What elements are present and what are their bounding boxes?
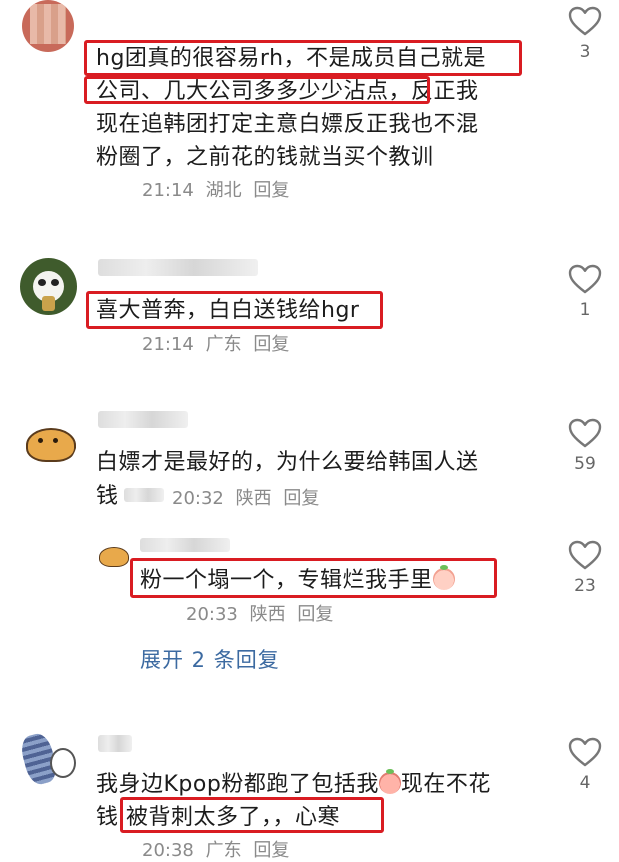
redacted	[124, 488, 164, 502]
username[interactable]	[98, 259, 258, 276]
like-button[interactable]: 23	[563, 540, 607, 596]
highlight-box	[84, 40, 522, 76]
crying-emoji-icon	[378, 769, 401, 794]
like-button[interactable]: 59	[563, 418, 607, 474]
location: 湖北	[205, 180, 242, 201]
like-count: 1	[579, 300, 591, 320]
reply-button[interactable]: 回复	[253, 180, 289, 201]
username[interactable]	[140, 538, 230, 552]
highlight-box	[86, 291, 383, 329]
location: 陕西	[249, 604, 286, 625]
like-count: 4	[579, 773, 591, 793]
avatar[interactable]	[96, 538, 130, 572]
highlight-box	[130, 558, 497, 598]
like-count: 23	[574, 576, 596, 596]
heart-outline-icon	[568, 540, 602, 570]
comment-meta: 20:38 广东 回复	[142, 836, 289, 862]
location: 广东	[205, 840, 242, 861]
location: 陕西	[235, 488, 272, 509]
timestamp: 21:14	[142, 180, 194, 201]
heart-outline-icon	[568, 418, 602, 448]
like-count: 59	[574, 454, 596, 474]
like-button[interactable]: 4	[563, 737, 607, 793]
comment-text: 白嫖才是最好的，为什么要给韩国人送	[96, 450, 479, 475]
timestamp: 20:38	[142, 840, 194, 861]
timestamp: 20:32	[172, 488, 224, 509]
avatar[interactable]	[22, 0, 74, 52]
avatar[interactable]	[18, 728, 78, 788]
username[interactable]	[98, 735, 132, 752]
comment-text-line: 钱	[96, 484, 119, 509]
avatar[interactable]	[20, 258, 77, 315]
comment-meta: 21:14 湖北 回复	[142, 176, 289, 202]
reply-button[interactable]: 回复	[297, 604, 333, 625]
like-button[interactable]: 3	[563, 6, 607, 62]
reply-button[interactable]: 回复	[283, 488, 319, 509]
reply-button[interactable]: 回复	[253, 334, 289, 355]
comment-meta: 20:32 陕西 回复	[172, 484, 319, 510]
like-button[interactable]: 1	[563, 264, 607, 320]
comment-meta: 20:33 陕西 回复	[186, 600, 333, 626]
timestamp: 20:33	[186, 604, 238, 625]
reply-button[interactable]: 回复	[253, 840, 289, 861]
heart-outline-icon	[568, 264, 602, 294]
heart-outline-icon	[568, 6, 602, 36]
like-count: 3	[579, 42, 591, 62]
location: 广东	[205, 334, 242, 355]
highlight-box	[84, 76, 430, 104]
heart-outline-icon	[568, 737, 602, 767]
avatar[interactable]	[20, 412, 77, 469]
highlight-box	[120, 797, 384, 833]
comment-meta: 21:14 广东 回复	[142, 330, 289, 356]
expand-replies-link[interactable]: 展开 2 条回复	[140, 644, 280, 674]
username[interactable]	[98, 411, 188, 428]
timestamp: 21:14	[142, 334, 194, 355]
